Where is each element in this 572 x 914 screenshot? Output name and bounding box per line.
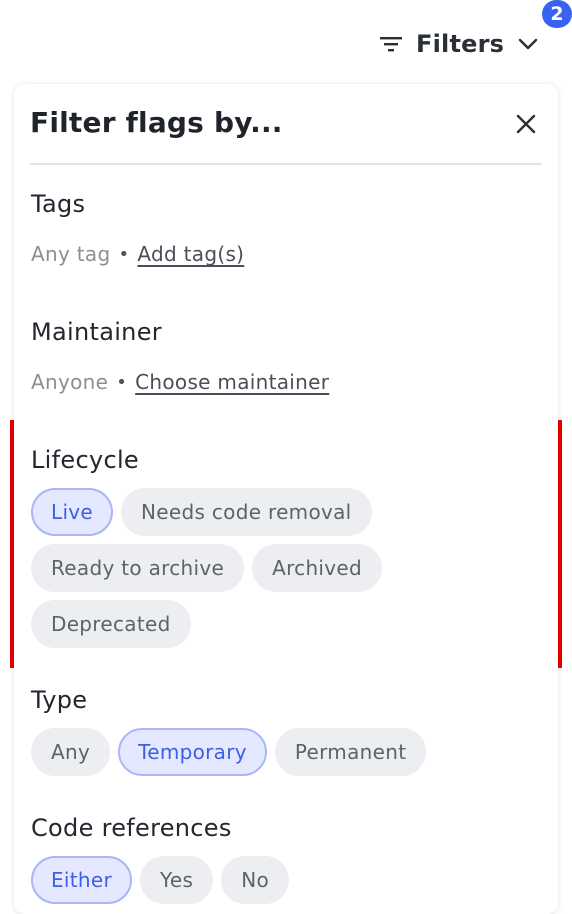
code-references-chip-no[interactable]: No — [221, 856, 290, 904]
lifecycle-chip-deprecated[interactable]: Deprecated — [31, 600, 191, 648]
lifecycle-chip-needs-code-removal[interactable]: Needs code removal — [121, 488, 372, 536]
type-options: Any Temporary Permanent — [31, 728, 541, 776]
type-chip-any[interactable]: Any — [31, 728, 111, 776]
close-icon — [516, 114, 536, 133]
lifecycle-chip-live[interactable]: Live — [31, 488, 114, 536]
separator-dot: • — [118, 243, 130, 265]
filters-label: Filters — [416, 30, 505, 58]
lifecycle-section-title: Lifecycle — [31, 446, 139, 474]
active-filter-count-badge: 2 — [542, 0, 572, 28]
type-chip-temporary[interactable]: Temporary — [118, 728, 267, 776]
panel-title: Filter flags by... — [30, 106, 283, 139]
tags-current-value: Any tag — [31, 242, 111, 266]
lifecycle-options: Live Needs code removal Ready to archive… — [31, 488, 541, 648]
add-tags-link[interactable]: Add tag(s) — [137, 242, 244, 266]
chevron-down-icon — [516, 32, 540, 56]
panel-header: Filter flags by... — [30, 84, 542, 165]
type-chip-permanent[interactable]: Permanent — [274, 728, 427, 776]
top-bar: Filters 2 — [0, 0, 572, 84]
separator-dot: • — [116, 371, 128, 393]
lifecycle-chip-ready-to-archive[interactable]: Ready to archive — [31, 544, 245, 592]
tags-section-title: Tags — [31, 190, 86, 218]
choose-maintainer-link[interactable]: Choose maintainer — [135, 370, 329, 394]
code-references-section-title: Code references — [31, 814, 232, 842]
code-references-options: Either Yes No — [31, 856, 541, 904]
tags-row: Any tag • Add tag(s) — [31, 242, 244, 266]
maintainer-row: Anyone • Choose maintainer — [31, 370, 329, 394]
type-section-title: Type — [31, 686, 88, 714]
lifecycle-chip-archived[interactable]: Archived — [252, 544, 383, 592]
filters-button[interactable]: Filters — [378, 24, 540, 64]
maintainer-section-title: Maintainer — [31, 318, 162, 346]
close-button[interactable] — [506, 104, 546, 144]
code-references-chip-yes[interactable]: Yes — [140, 856, 214, 904]
code-references-chip-either[interactable]: Either — [31, 856, 133, 904]
filter-lines-icon — [378, 24, 406, 64]
maintainer-current-value: Anyone — [31, 370, 109, 394]
